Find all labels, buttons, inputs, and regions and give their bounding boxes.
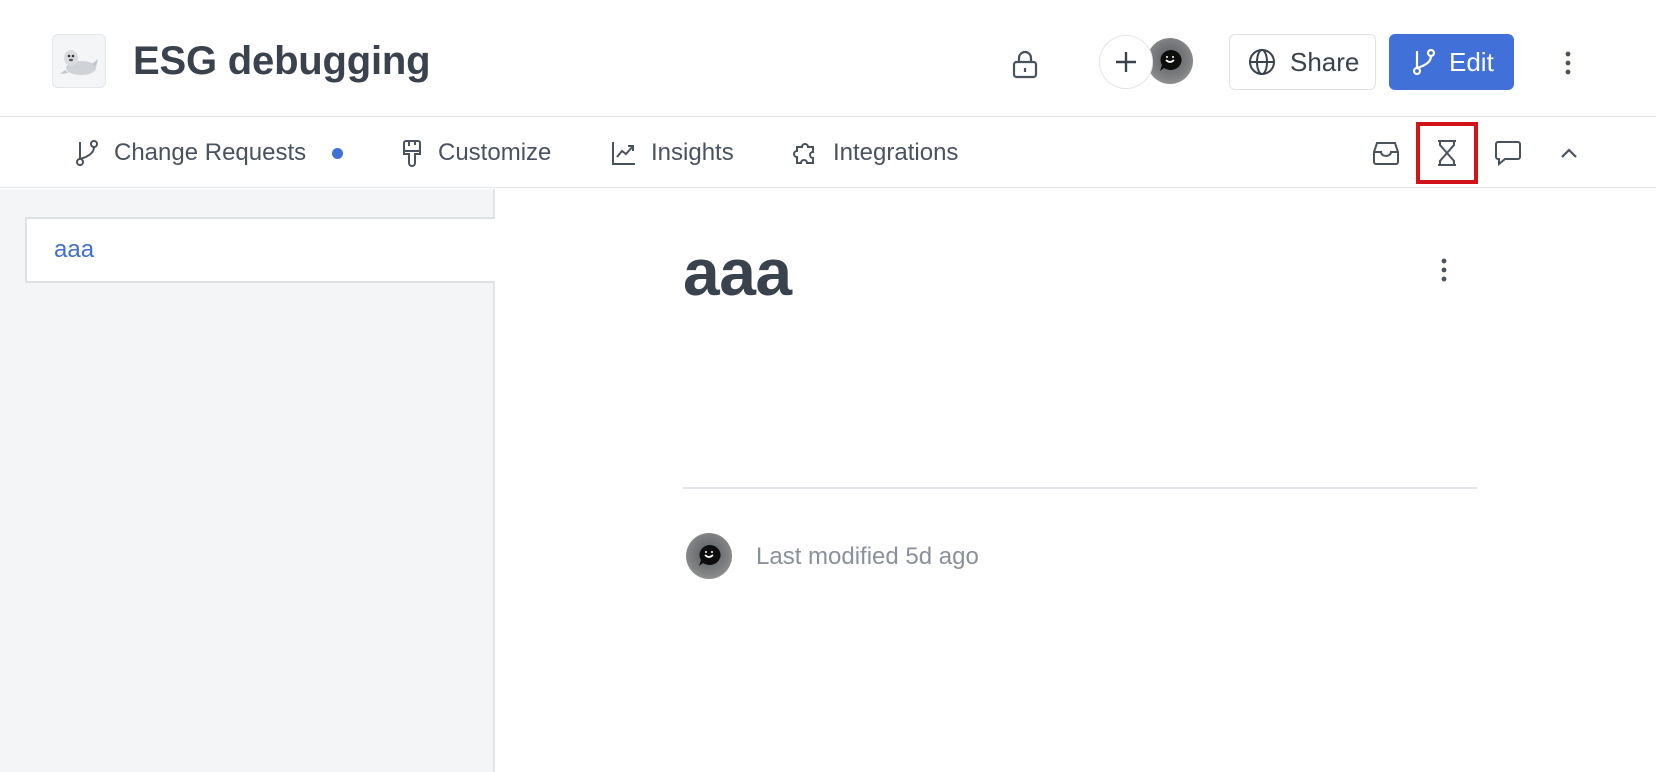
space-header: ESG debugging Share Edit — [0, 0, 1656, 117]
comment-icon — [1495, 141, 1521, 166]
tab-integrations[interactable]: Integrations — [791, 118, 958, 188]
content-divider — [683, 487, 1477, 489]
visibility-lock-button[interactable] — [1005, 44, 1045, 84]
page-sidebar: aaa — [0, 189, 495, 772]
seal-logo-icon — [60, 50, 98, 75]
collapse-toolbar-button[interactable] — [1542, 126, 1596, 180]
last-modified-avatar — [686, 533, 732, 579]
hourglass-icon — [1438, 140, 1456, 166]
space-toolbar: Change Requests Customize Insights Integ… — [0, 118, 1656, 188]
share-label: Share — [1290, 46, 1360, 77]
change-requests-indicator-dot — [332, 147, 344, 159]
sidebar-item-aaa[interactable]: aaa — [25, 217, 495, 283]
inbox-button[interactable] — [1359, 126, 1413, 180]
user-avatar[interactable] — [1147, 38, 1193, 84]
more-vertical-icon — [1565, 51, 1571, 75]
tab-insights[interactable]: Insights — [611, 118, 734, 188]
edit-label: Edit — [1449, 46, 1494, 77]
tab-change-requests[interactable]: Change Requests — [74, 118, 344, 188]
git-branch-icon — [76, 140, 98, 166]
page-more-menu-button[interactable] — [1430, 252, 1458, 288]
chat-bubble-avatar-icon — [699, 544, 721, 566]
edit-button[interactable]: Edit — [1389, 34, 1514, 90]
space-logo[interactable] — [52, 34, 106, 88]
tab-insights-label: Insights — [651, 139, 734, 166]
paintbrush-icon — [403, 140, 421, 167]
space-title: ESG debugging — [133, 39, 431, 83]
share-button[interactable]: Share — [1229, 34, 1376, 90]
chat-bubble-avatar-icon — [1160, 49, 1182, 71]
history-button[interactable] — [1416, 122, 1478, 184]
tab-customize-label: Customize — [438, 139, 552, 166]
trending-up-icon — [612, 142, 635, 165]
puzzle-icon — [793, 143, 814, 164]
invite-button[interactable] — [1099, 35, 1153, 89]
sidebar-item-label: aaa — [54, 236, 95, 263]
tab-integrations-label: Integrations — [833, 139, 959, 166]
tab-customize[interactable]: Customize — [400, 118, 551, 188]
plus-icon — [1116, 52, 1136, 72]
git-branch-icon — [1412, 48, 1436, 76]
comments-button[interactable] — [1481, 126, 1535, 180]
tab-change-requests-label: Change Requests — [114, 139, 307, 166]
inbox-icon — [1373, 142, 1399, 165]
last-modified-text: Last modified 5d ago — [756, 543, 979, 570]
page-title: aaa — [683, 235, 792, 309]
globe-icon — [1249, 49, 1275, 75]
chevron-up-icon — [1561, 148, 1577, 158]
more-vertical-icon — [1441, 258, 1447, 282]
space-more-menu-button[interactable] — [1553, 43, 1583, 83]
lock-icon — [1012, 50, 1038, 79]
